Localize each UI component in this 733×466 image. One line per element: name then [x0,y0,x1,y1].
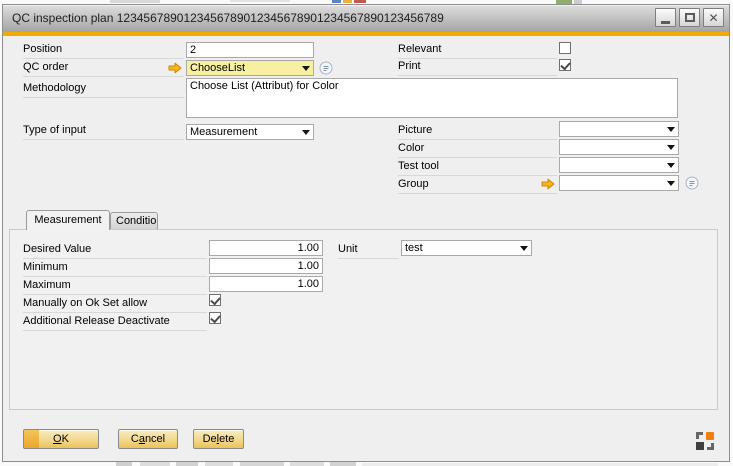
chevron-down-icon [667,145,675,150]
position-input[interactable] [186,42,314,58]
minimum-input[interactable] [209,258,323,274]
type-of-input-value: Measurement [190,126,299,139]
methodology-label: Methodology [23,81,184,98]
chevron-down-icon [520,246,528,251]
unit-value: test [405,242,517,255]
group-combo[interactable] [559,175,679,191]
manually-on-ok-set-allow-checkbox[interactable] [209,294,221,306]
maximum-label: Maximum [23,278,207,295]
additional-release-deactivate-label: Additional Release Deactivate [23,314,207,331]
background-fragment [240,462,284,466]
background-fragment [332,0,341,3]
logo-bracket-top-left [696,432,703,439]
background-fragment [354,0,366,3]
maximum-input[interactable] [209,276,323,292]
qc-order-label: QC order [23,60,184,77]
qc-inspection-plan-dialog: QC inspection plan 123456789012345678901… [2,4,730,462]
qc-order-combo[interactable]: ChooseList [186,60,314,76]
tab-measurement[interactable]: Measurement [26,210,110,230]
picture-combo[interactable] [559,121,679,137]
accent-line [3,32,729,36]
corner-squares-logo-icon [696,432,714,450]
background-fragment [140,462,170,466]
chevron-down-icon [302,130,310,135]
window-title: QC inspection plan 123456789012345678901… [12,5,444,32]
screen: QC inspection plan 123456789012345678901… [0,0,733,466]
desired-value-input[interactable] [209,240,323,256]
link-arrow-icon[interactable] [168,62,182,74]
cancel-button[interactable]: Cancel [118,429,178,449]
print-label: Print [398,59,557,76]
logo-bracket-bottom-right [707,443,714,450]
chevron-down-icon [667,181,675,186]
background-fragment [343,0,352,3]
relevant-label: Relevant [398,42,557,59]
background-fragment [116,462,132,466]
close-icon: ✕ [708,12,718,24]
delete-button[interactable]: Delete [193,429,244,449]
edit-notes-circle-icon[interactable] [319,61,333,75]
ok-button[interactable]: OK [23,429,99,449]
edit-notes-circle-icon[interactable] [685,176,699,190]
print-checkbox[interactable] [559,59,571,71]
background-fragment [330,462,356,466]
maximize-icon [685,13,695,22]
unit-label: Unit [338,242,399,259]
unit-combo[interactable]: test [401,240,532,256]
background-fragment [110,0,160,3]
position-label: Position [23,42,184,59]
title-bar[interactable]: QC inspection plan 123456789012345678901… [3,5,729,32]
manually-on-ok-set-allow-label: Manually on Ok Set allow [23,296,207,313]
additional-release-deactivate-checkbox[interactable] [209,312,221,324]
tab-condition[interactable]: Condition [110,212,158,229]
relevant-checkbox[interactable] [559,42,571,54]
background-fragment [176,462,198,466]
chevron-down-icon [667,127,675,132]
chevron-down-icon [302,66,310,71]
type-of-input-label: Type of input [23,123,184,140]
minimize-icon [661,21,670,24]
close-button[interactable]: ✕ [703,8,724,27]
background-fragment [230,0,290,2]
color-label: Color [398,141,557,158]
logo-dark-square [696,442,704,450]
methodology-textarea[interactable]: Choose List (Attribut) for Color [186,78,678,118]
maximize-button[interactable] [679,8,700,27]
qc-order-value: ChooseList [190,62,299,75]
link-arrow-icon[interactable] [541,178,555,190]
type-of-input-combo[interactable]: Measurement [186,124,314,140]
window-controls: ✕ [652,8,724,27]
color-combo[interactable] [559,139,679,155]
desired-value-label: Desired Value [23,242,207,259]
group-label: Group [398,177,557,194]
chevron-down-icon [667,163,675,168]
background-fragment [290,462,324,466]
minimum-label: Minimum [23,260,207,277]
minimize-button[interactable] [655,8,676,27]
test-tool-combo[interactable] [559,157,679,173]
background-fragment [205,462,233,466]
logo-orange-square [706,432,714,440]
test-tool-label: Test tool [398,159,557,176]
picture-label: Picture [398,123,557,140]
